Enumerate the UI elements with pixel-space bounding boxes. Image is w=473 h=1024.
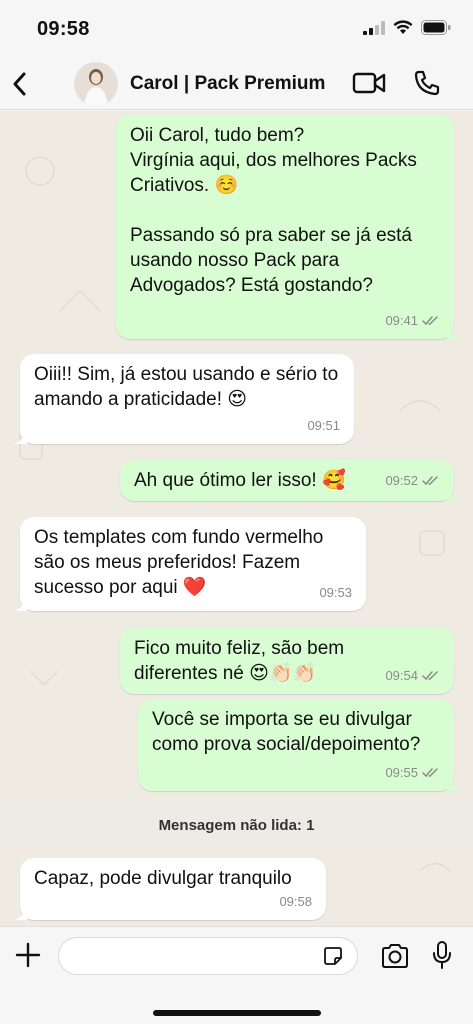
status-time: 09:58	[37, 18, 90, 40]
contact-name[interactable]: Carol | Pack Premium	[130, 73, 325, 95]
message-time: 09:54	[385, 668, 418, 683]
message-meta: 09:58	[279, 889, 312, 914]
message-bubble-incoming[interactable]: Capaz, pode divulgar tranquilo 09:58	[13, 858, 326, 920]
status-bar: 09:58	[0, 0, 473, 58]
bubble-tail	[13, 906, 27, 920]
bubble-tail	[447, 777, 461, 791]
message-meta: 09:52	[385, 468, 440, 493]
message-bubble-outgoing[interactable]: Você se importa se eu divulgar como prov…	[138, 699, 461, 791]
message-text: Oiii!! Sim, já estou usando e sério to a…	[34, 364, 344, 410]
message-bubble-outgoing[interactable]: Ah que ótimo ler isso! 🥰 09:52	[120, 460, 461, 501]
message-bubble-outgoing[interactable]: Fico muito feliz, são bem diferentes né …	[120, 628, 454, 694]
message-text: Os templates com fundo vermelho são os m…	[34, 527, 329, 598]
voice-call-icon[interactable]	[413, 69, 441, 97]
bubble-tail	[13, 430, 27, 444]
message-meta: 09:54	[385, 663, 440, 688]
message-input[interactable]	[58, 937, 358, 975]
unread-divider: Mensagem não lida: 1	[0, 808, 473, 842]
message-text: Oii Carol, tudo bem? Virgínia aqui, dos …	[130, 125, 417, 296]
message-time: 09:55	[385, 765, 418, 780]
back-icon[interactable]	[8, 68, 32, 100]
read-receipt-icon	[422, 768, 438, 778]
message-meta: 09:51	[307, 413, 340, 438]
avatar[interactable]	[74, 62, 118, 106]
camera-icon[interactable]	[380, 943, 410, 969]
home-indicator	[153, 1010, 321, 1016]
wifi-icon	[393, 20, 413, 34]
mic-icon[interactable]	[431, 940, 453, 970]
message-text: Você se importa se eu divulgar como prov…	[152, 709, 421, 755]
message-time: 09:41	[385, 313, 418, 328]
message-time: 09:51	[307, 418, 340, 433]
message-time: 09:52	[385, 473, 418, 488]
sticker-icon[interactable]	[322, 945, 344, 967]
read-receipt-icon	[422, 316, 438, 326]
message-text: Fico muito feliz, são bem diferentes né …	[134, 638, 350, 684]
bubble-tail	[13, 597, 27, 611]
message-text: Capaz, pode divulgar tranquilo	[34, 868, 292, 889]
message-meta: 09:55	[385, 760, 440, 785]
unread-label: Mensagem não lida: 1	[158, 816, 315, 834]
message-bubble-incoming[interactable]: Oiii!! Sim, já estou usando e sério to a…	[13, 354, 354, 444]
bubble-tail	[447, 325, 461, 339]
battery-icon	[421, 20, 451, 35]
video-call-icon[interactable]	[352, 71, 386, 95]
message-time: 09:58	[279, 894, 312, 909]
signal-icon	[363, 20, 385, 35]
bubble-tail	[447, 487, 461, 501]
plus-icon[interactable]	[14, 941, 42, 969]
status-icons	[363, 20, 451, 35]
message-meta: 09:53	[319, 580, 352, 605]
chat-area[interactable]: Oii Carol, tudo bem? Virgínia aqui, dos …	[0, 111, 473, 926]
composer-bar	[0, 926, 473, 1024]
read-receipt-icon	[422, 476, 438, 486]
message-time: 09:53	[319, 585, 352, 600]
message-meta: 09:41	[385, 308, 440, 333]
message-bubble-outgoing[interactable]: Oii Carol, tudo bem? Virgínia aqui, dos …	[116, 115, 461, 339]
message-bubble-incoming[interactable]: Os templates com fundo vermelho são os m…	[13, 517, 366, 611]
read-receipt-icon	[422, 671, 438, 681]
chat-header: Carol | Pack Premium	[0, 58, 473, 110]
